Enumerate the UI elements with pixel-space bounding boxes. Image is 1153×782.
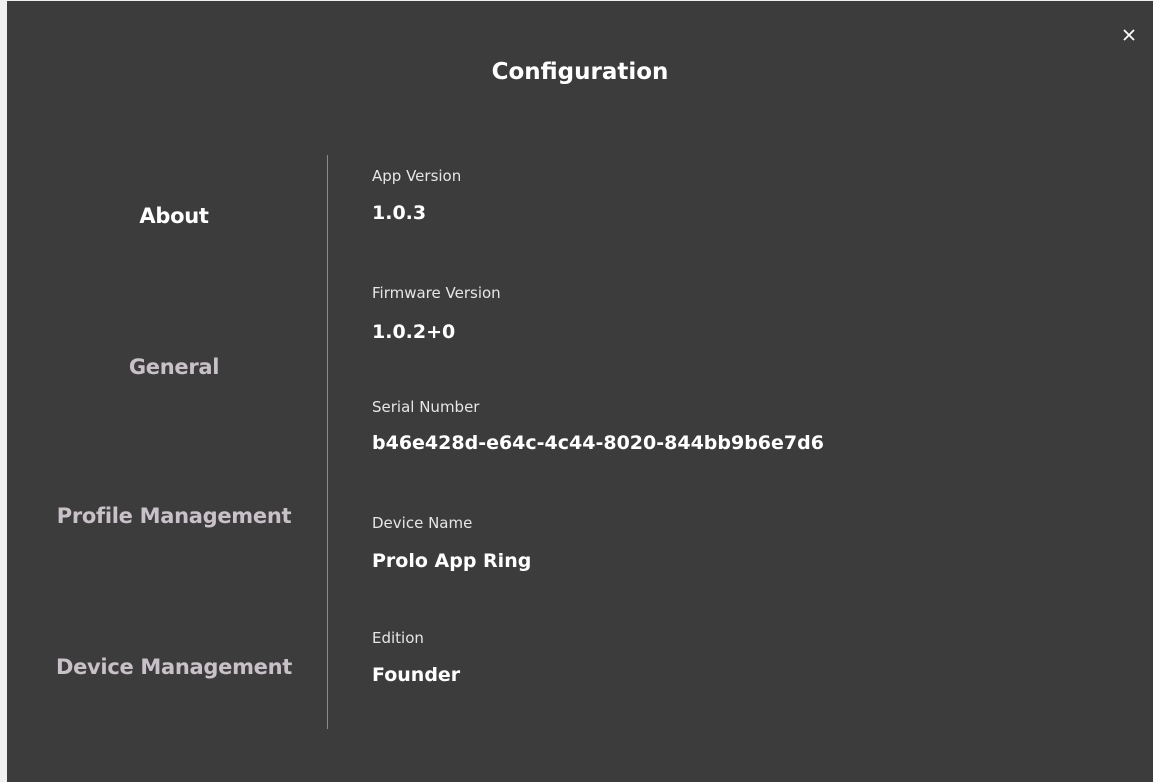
configuration-dialog: Configuration About General Profile Mana… [7,1,1153,782]
serial-number-value: b46e428d-e64c-4c44-8020-844bb9b6e7d6 [372,432,824,454]
sidebar-item-general[interactable]: General [29,355,319,379]
app-version-label: App Version [372,167,462,185]
dialog-title: Configuration [491,59,669,85]
edition-label: Edition [372,629,424,647]
serial-number-label: Serial Number [372,398,480,416]
sidebar-item-about[interactable]: About [29,204,319,228]
edition-value: Founder [372,664,461,686]
sidebar-divider [327,155,328,729]
app-version-value: 1.0.3 [372,202,427,224]
close-button[interactable] [1117,23,1141,47]
device-name-label: Device Name [372,514,473,532]
sidebar-item-device-management[interactable]: Device Management [29,655,319,679]
firmware-version-value: 1.0.2+0 [372,321,456,343]
device-name-value: Prolo App Ring [372,550,532,572]
firmware-version-label: Firmware Version [372,284,501,302]
sidebar-item-profile-management[interactable]: Profile Management [29,504,319,528]
close-icon [1123,29,1135,41]
